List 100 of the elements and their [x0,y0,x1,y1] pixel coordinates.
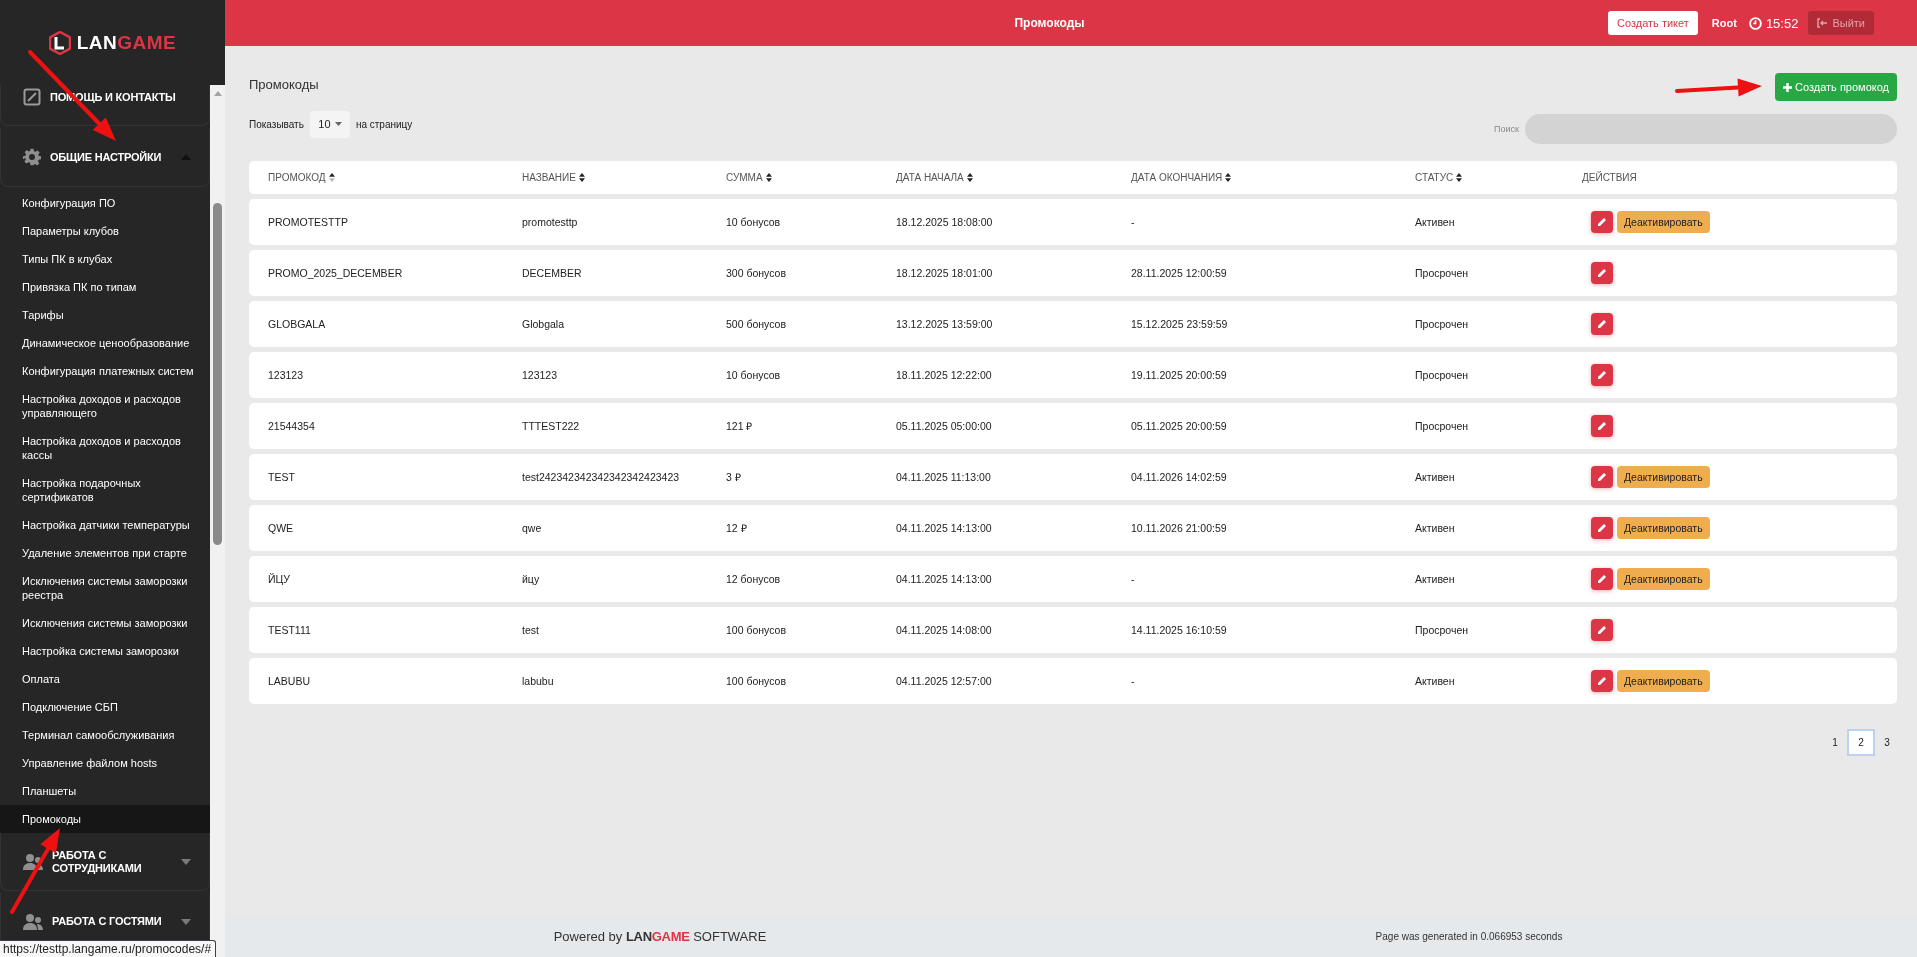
create-ticket-button[interactable]: Создать тикет [1608,11,1698,35]
edit-button[interactable] [1591,262,1613,284]
sidebar-item[interactable]: Настройка доходов и расходов управляющего [0,385,210,427]
page-button[interactable]: 2 [1849,731,1873,754]
sidebar-item[interactable]: Управление файлом hosts [0,749,210,777]
pencil-icon [1597,676,1607,686]
table-cell-text: LABUBU [268,675,311,687]
sidebar-item[interactable]: Настройка доходов и расходов кассы [0,427,210,469]
scrollbar-thumb[interactable] [213,203,222,545]
sidebar-item[interactable]: Оплата [0,665,210,693]
search-label: Поиск [1494,124,1519,134]
column-header[interactable]: НАЗВАНИЕ [522,172,576,183]
pencil-icon [1597,319,1607,329]
deactivate-button[interactable]: Деактивировать [1617,466,1710,488]
section-title: Промокоды [249,76,319,92]
edit-button[interactable] [1591,670,1613,692]
edit-button[interactable] [1591,466,1613,488]
sidebar-item[interactable]: Настройка датчики температуры [0,511,210,539]
table-cell-text: 04.11.2026 14:02:59 [1131,471,1228,483]
column-header[interactable]: СУММА [726,172,763,183]
sidebar-item[interactable]: Настройка системы заморозки [0,637,210,665]
table-cell-text: 300 бонусов [726,267,787,279]
table-cell-text: 14.11.2025 16:10:59 [1131,624,1228,636]
pencil-icon [1597,625,1607,635]
column-header[interactable]: ПРОМОКОД [268,172,326,183]
sidebar-item[interactable]: Исключения системы заморозки [0,609,210,637]
pencil-icon [1597,268,1607,278]
page-button[interactable]: 1 [1825,731,1845,754]
deactivate-button[interactable]: Деактивировать [1617,211,1710,233]
settings-icon [23,148,41,166]
sidebar-item[interactable]: Конфигурация ПО [0,189,210,217]
table-cell-text: 3 ₽ [726,470,742,484]
sidebar-item[interactable]: Промокоды [0,805,210,833]
link-url-tooltip: https://testtp.langame.ru/promocodes/# [0,940,217,957]
edit-button[interactable] [1591,415,1613,437]
table-cell-text: DECEMBER [522,267,583,279]
table-cell-text: 100 бонусов [726,675,787,687]
table-cell-text: 04.11.2025 11:13:00 [896,471,992,483]
sidebar-item[interactable]: Планшеты [0,777,210,805]
table-cell-text: 500 бонусов [726,318,787,330]
table-cell-text: 123123 [522,369,559,381]
sidebar-item[interactable]: Терминал самообслуживания [0,721,210,749]
table-cell-text: Просрочен [1415,267,1470,279]
user-name: Root [1711,17,1737,29]
table-cell-text: test242342342342342342423423 [522,471,681,483]
sidebar-item[interactable]: Динамическое ценообразование [0,329,210,357]
table-cell-text: Просрочен [1415,369,1470,381]
page-button[interactable]: 3 [1877,731,1897,754]
logo-mark-icon [48,30,71,55]
table-cell-text: 10 бонусов [726,369,782,381]
page-size-label: на страницу [355,118,413,130]
table-cell-text: Globgala [522,318,566,330]
table-cell-text: 18.12.2025 18:08:00 [896,216,994,228]
sidebar-item[interactable]: Удаление элементов при старте [0,539,210,567]
pencil-icon [1597,217,1607,227]
sidebar-item[interactable]: Типы ПК в клубах [0,245,210,273]
table-cell-text: 121 ₽ [726,419,754,433]
table-cell-text: labubu [522,675,555,687]
deactivate-button[interactable]: Деактивировать [1617,517,1710,539]
edit-button[interactable] [1591,211,1613,233]
sidebar-item[interactable]: Тарифы [0,301,210,329]
sidebar-item[interactable]: Исключения системы заморозки реестра [0,567,210,609]
edit-button[interactable] [1591,517,1613,539]
users-icon [23,912,43,931]
column-header[interactable]: ДЕЙСТВИЯ [1582,172,1637,183]
pencil-icon [1597,370,1607,380]
table-cell-text: 19.11.2025 20:00:59 [1131,369,1228,381]
table-cell-text: 100 бонусов [726,624,787,636]
sidebar-item[interactable]: Параметры клубов [0,217,210,245]
clock-icon [1748,16,1762,30]
sidebar-item[interactable]: Привязка ПК по типам [0,273,210,301]
pencil-icon [1597,574,1607,584]
table-cell-text: 21544354 [268,420,316,432]
sidebar-item[interactable]: Подключение СБП [0,693,210,721]
edit-button[interactable] [1591,364,1613,386]
table-cell-text: 05.11.2025 05:00:00 [896,420,993,432]
sidebar-item[interactable]: Настройка подарочных сертификатов [0,469,210,511]
pencil-icon [1597,421,1607,431]
deactivate-button[interactable]: Деактивировать [1617,568,1710,590]
deactivate-button[interactable]: Деактивировать [1617,670,1710,692]
table-cell-text: - [1131,573,1136,585]
column-header[interactable]: СТАТУС [1415,172,1454,183]
table-cell-text: TTTEST222 [522,420,581,432]
sidebar-item[interactable]: Конфигурация платежных систем [0,357,210,385]
table-cell-text: 15.12.2025 23:59:59 [1131,318,1229,330]
table-cell-text: promotesttp [522,216,579,228]
table-cell-text: 13.12.2025 13:59:00 [896,318,994,330]
page-size-select[interactable]: 10 [309,110,350,138]
column-header[interactable]: ДАТА ОКОНЧАНИЯ [1131,172,1223,183]
table-cell-text: ЙЦУ [268,573,291,585]
caret-icon [334,122,342,126]
edit-button[interactable] [1591,313,1613,335]
table-cell-text: 04.11.2025 14:13:00 [896,522,993,534]
users-icon [23,852,43,871]
table-cell-text: 12 бонусов [726,573,782,585]
table-cell-text: TEST [268,471,296,483]
edit-button[interactable] [1591,619,1613,641]
column-header[interactable]: ДАТА НАЧАЛА [896,172,964,183]
edit-button[interactable] [1591,568,1613,590]
table-cell-text: qwe [522,522,543,534]
